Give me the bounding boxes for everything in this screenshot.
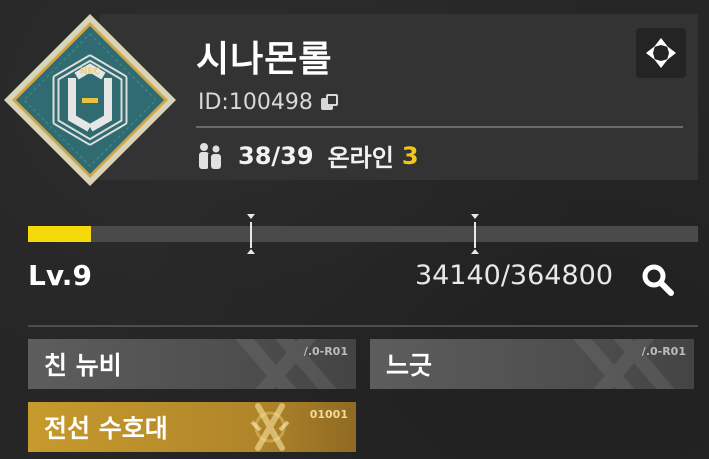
header-divider bbox=[196, 126, 683, 128]
search-icon bbox=[642, 264, 674, 296]
tag-label: 친 뉴비 bbox=[44, 351, 122, 380]
members-icon bbox=[199, 142, 221, 169]
search-button[interactable] bbox=[638, 260, 678, 300]
guild-tag[interactable]: 친 뉴비 /.0-R01 bbox=[28, 339, 356, 389]
xp-milestone-marker bbox=[246, 214, 256, 254]
copy-icon[interactable] bbox=[320, 93, 339, 112]
tag-code: /.0-R01 bbox=[303, 345, 348, 358]
xp-text: 34140/364800 bbox=[414, 260, 613, 291]
guild-id: ID:100498 bbox=[198, 90, 313, 115]
online-count: 3 bbox=[401, 141, 419, 170]
xp-progress-fill bbox=[28, 226, 91, 242]
emblem-icon: NEC bbox=[4, 14, 176, 186]
guild-name: 시나몬롤 bbox=[196, 39, 333, 80]
guild-tag-featured[interactable]: 전선 수호대 01001 bbox=[28, 402, 356, 452]
tag-code: /.0-R01 bbox=[641, 345, 686, 358]
section-divider bbox=[28, 325, 698, 327]
member-count: 38/39 bbox=[238, 141, 314, 170]
member-row: 38/39 온라인 3 bbox=[196, 138, 419, 173]
guild-emblem[interactable]: NEC bbox=[2, 12, 178, 188]
guild-tag[interactable]: 느긋 /.0-R01 bbox=[370, 339, 694, 389]
online-label: 온라인 bbox=[327, 144, 394, 172]
settings-icon bbox=[646, 38, 676, 68]
guild-id-row: ID:100498 bbox=[198, 90, 339, 115]
tag-label: 전선 수호대 bbox=[44, 414, 168, 443]
tag-label: 느긋 bbox=[386, 351, 433, 380]
emblem-text: NEC bbox=[80, 67, 101, 77]
settings-button[interactable] bbox=[636, 28, 686, 78]
guild-level: Lv.9 bbox=[28, 259, 92, 292]
xp-milestone-marker bbox=[470, 214, 480, 254]
tag-code: 01001 bbox=[309, 408, 348, 421]
xp-progress-bar bbox=[28, 226, 698, 242]
